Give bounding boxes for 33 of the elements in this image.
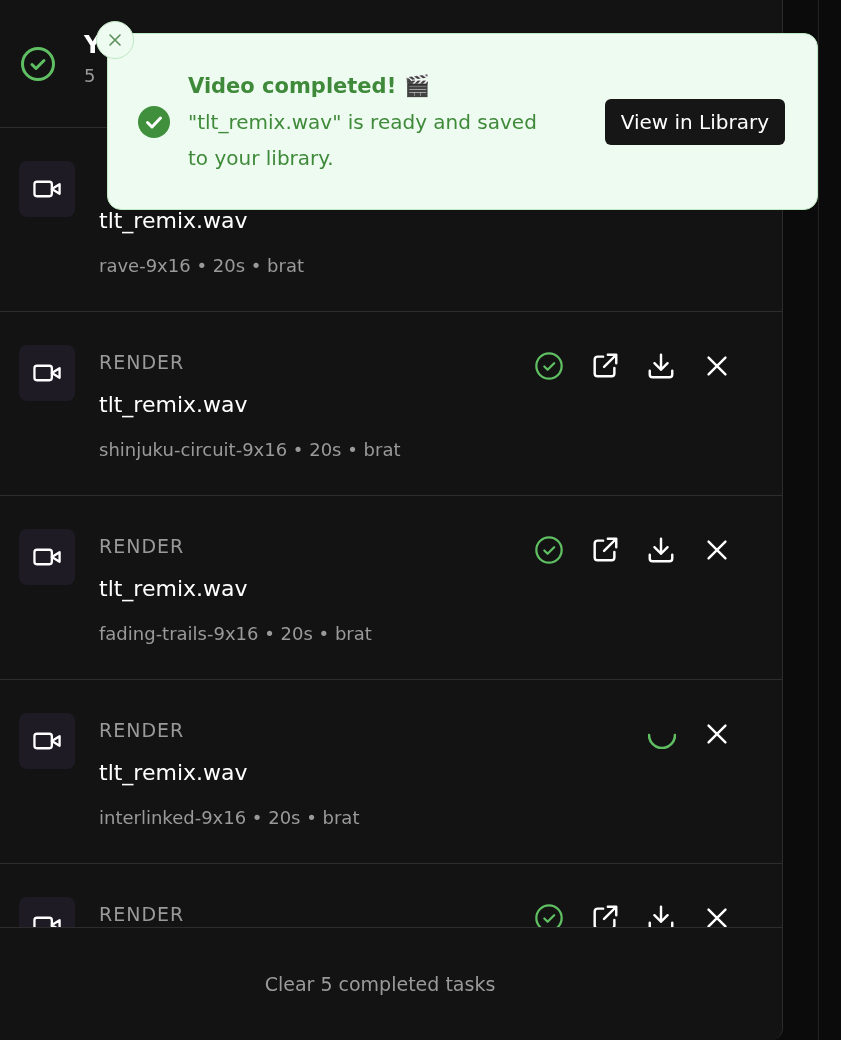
task-details: shinjuku-circuit-9x16 • 20s • brat [99, 438, 402, 462]
task-type: RENDER [99, 718, 186, 743]
open-external-icon[interactable] [590, 903, 620, 927]
check-circle-icon [20, 45, 56, 82]
video-camera-icon [32, 547, 62, 567]
task-type: RENDER [99, 350, 186, 375]
open-external-icon[interactable] [590, 535, 620, 565]
video-camera-icon [32, 179, 62, 199]
view-in-library-button[interactable]: View in Library [604, 98, 785, 145]
task-file-name: tlt_remix.wav [99, 575, 249, 604]
close-icon [107, 32, 123, 48]
task-details: fading-trails-9x16 • 20s • brat [99, 622, 373, 646]
check-circle-icon [534, 535, 564, 565]
toast-title: Video completed! 🎬 [188, 72, 431, 100]
check-circle-icon [534, 351, 564, 381]
spinner-icon [648, 733, 676, 749]
panel-subtitle: 5 [84, 65, 97, 86]
download-icon[interactable] [646, 535, 676, 565]
task-file-name: tlt_remix.wav [99, 759, 249, 788]
task-type: RENDER [99, 902, 186, 927]
check-circle-icon [138, 105, 170, 138]
video-camera-icon [32, 731, 62, 751]
clear-completed-button[interactable]: Clear 5 completed tasks [254, 967, 506, 1001]
task-type: RENDER [99, 534, 186, 559]
download-icon[interactable] [646, 903, 676, 927]
video-camera-icon [32, 363, 62, 383]
download-icon[interactable] [646, 351, 676, 381]
task-details: rave-9x16 • 20s • brat [99, 254, 305, 278]
toast-message: "tlt_remix.wav" is ready and saved to your library. [188, 108, 538, 172]
task-file-name: tlt_remix.wav [99, 391, 249, 420]
task-file-name: tlt_remix.wav [99, 207, 249, 236]
open-external-icon[interactable] [590, 351, 620, 381]
task-details: interlinked-9x16 • 20s • brat [99, 806, 361, 830]
